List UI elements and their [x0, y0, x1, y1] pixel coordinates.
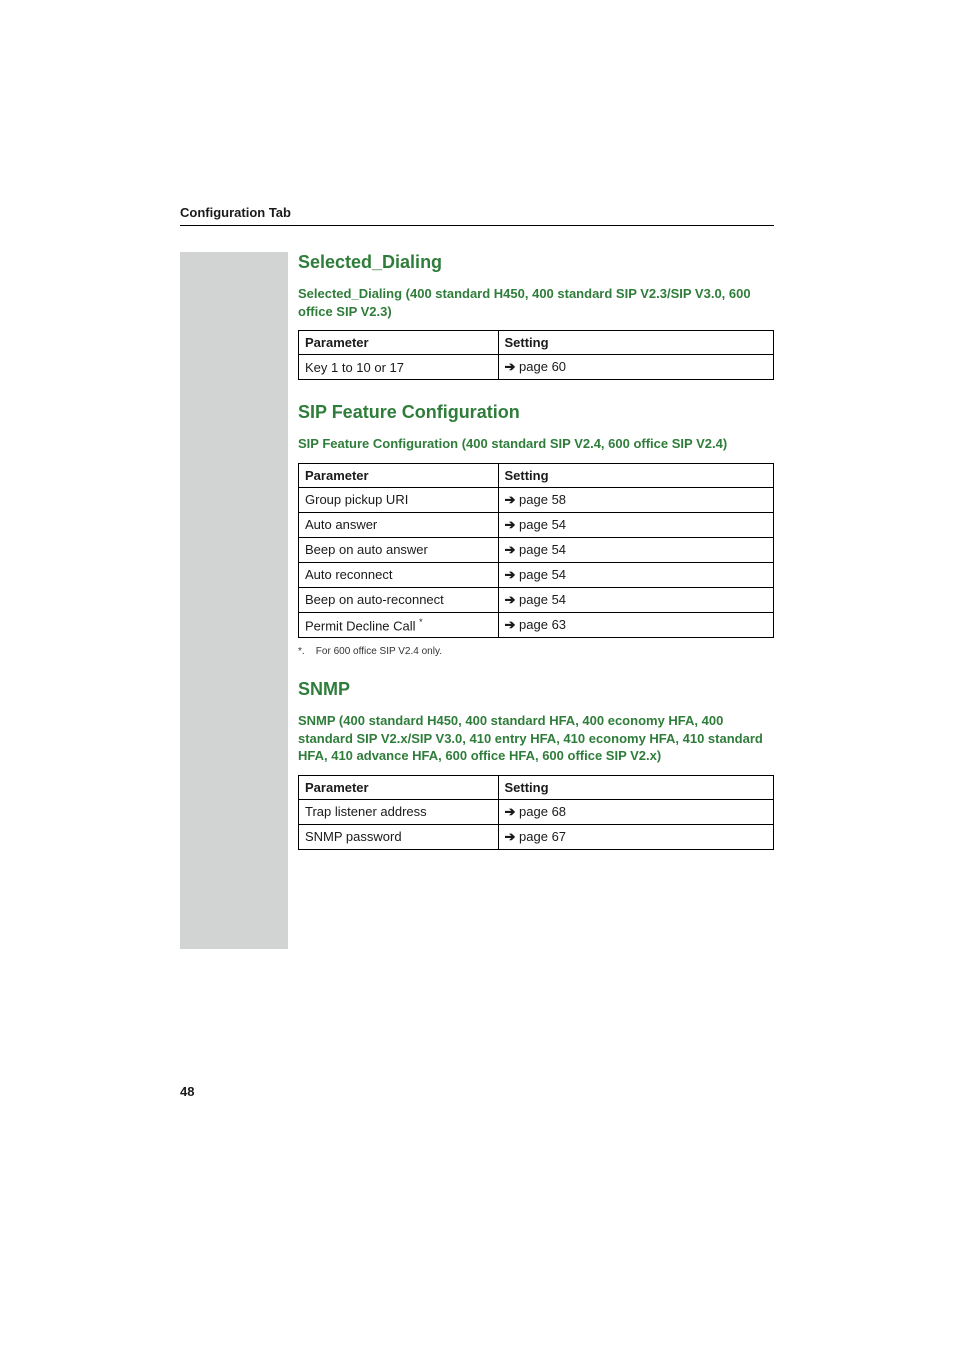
table-header-row: Parameter Setting	[299, 463, 774, 487]
cell-setting[interactable]: ➔ page 58	[498, 487, 774, 512]
footnote-mark: *.	[298, 646, 305, 657]
arrow-icon: ➔	[505, 592, 516, 607]
cell-setting[interactable]: ➔ page 54	[498, 537, 774, 562]
table-row: Beep on auto answer ➔ page 54	[299, 537, 774, 562]
running-header: Configuration Tab	[180, 205, 291, 220]
cell-setting[interactable]: ➔ page 60	[498, 355, 774, 380]
table-header-row: Parameter Setting	[299, 775, 774, 799]
section-selected-dialing: Selected_Dialing Selected_Dialing (400 s…	[298, 252, 774, 380]
cell-setting[interactable]: ➔ page 68	[498, 799, 774, 824]
col-header-setting: Setting	[498, 463, 774, 487]
table-header-row: Parameter Setting	[299, 331, 774, 355]
table-row: Auto answer ➔ page 54	[299, 512, 774, 537]
table-row: Permit Decline Call * ➔ page 63	[299, 612, 774, 637]
cell-parameter: Group pickup URI	[299, 487, 499, 512]
arrow-icon: ➔	[505, 567, 516, 582]
table-footnote: *. For 600 office SIP V2.4 only.	[298, 646, 774, 657]
header-rule	[180, 225, 774, 226]
section-subtitle: SIP Feature Configuration (400 standard …	[298, 435, 774, 453]
section-title: SNMP	[298, 679, 774, 700]
cell-setting[interactable]: ➔ page 67	[498, 824, 774, 849]
page-ref: page 63	[519, 617, 566, 632]
section-sip-feature: SIP Feature Configuration SIP Feature Co…	[298, 402, 774, 657]
cell-setting[interactable]: ➔ page 63	[498, 612, 774, 637]
param-table-sip-feature: Parameter Setting Group pickup URI ➔ pag…	[298, 463, 774, 638]
cell-parameter: Beep on auto answer	[299, 537, 499, 562]
footnote-marker: *	[419, 617, 423, 627]
cell-setting[interactable]: ➔ page 54	[498, 587, 774, 612]
cell-parameter: Key 1 to 10 or 17	[299, 355, 499, 380]
arrow-icon: ➔	[505, 617, 516, 632]
content-area: Selected_Dialing Selected_Dialing (400 s…	[298, 252, 774, 872]
param-table-selected-dialing: Parameter Setting Key 1 to 10 or 17 ➔ pa…	[298, 330, 774, 380]
table-row: Group pickup URI ➔ page 58	[299, 487, 774, 512]
page-ref: page 54	[519, 567, 566, 582]
cell-parameter: SNMP password	[299, 824, 499, 849]
cell-setting[interactable]: ➔ page 54	[498, 512, 774, 537]
section-subtitle: SNMP (400 standard H450, 400 standard HF…	[298, 712, 774, 765]
section-title: Selected_Dialing	[298, 252, 774, 273]
param-text: Permit Decline Call	[305, 618, 416, 633]
table-row: SNMP password ➔ page 67	[299, 824, 774, 849]
page-ref: page 54	[519, 542, 566, 557]
page-ref: page 67	[519, 829, 566, 844]
arrow-icon: ➔	[505, 804, 516, 819]
page-number: 48	[180, 1084, 194, 1099]
param-table-snmp: Parameter Setting Trap listener address …	[298, 775, 774, 850]
arrow-icon: ➔	[505, 829, 516, 844]
footnote-text: For 600 office SIP V2.4 only.	[316, 646, 442, 657]
section-subtitle: Selected_Dialing (400 standard H450, 400…	[298, 285, 774, 320]
arrow-icon: ➔	[505, 517, 516, 532]
page-ref: page 60	[519, 359, 566, 374]
page: Configuration Tab Selected_Dialing Selec…	[0, 0, 954, 1351]
page-ref: page 54	[519, 517, 566, 532]
col-header-setting: Setting	[498, 331, 774, 355]
section-snmp: SNMP SNMP (400 standard H450, 400 standa…	[298, 679, 774, 850]
table-row: Auto reconnect ➔ page 54	[299, 562, 774, 587]
cell-parameter: Auto reconnect	[299, 562, 499, 587]
col-header-setting: Setting	[498, 775, 774, 799]
arrow-icon: ➔	[505, 492, 516, 507]
col-header-parameter: Parameter	[299, 463, 499, 487]
arrow-icon: ➔	[505, 359, 516, 374]
cell-parameter: Permit Decline Call *	[299, 612, 499, 637]
cell-parameter: Trap listener address	[299, 799, 499, 824]
cell-parameter: Beep on auto-reconnect	[299, 587, 499, 612]
cell-parameter: Auto answer	[299, 512, 499, 537]
sidebar-grey-block	[180, 252, 288, 949]
col-header-parameter: Parameter	[299, 331, 499, 355]
table-row: Trap listener address ➔ page 68	[299, 799, 774, 824]
table-row: Key 1 to 10 or 17 ➔ page 60	[299, 355, 774, 380]
cell-setting[interactable]: ➔ page 54	[498, 562, 774, 587]
arrow-icon: ➔	[505, 542, 516, 557]
page-ref: page 54	[519, 592, 566, 607]
page-ref: page 68	[519, 804, 566, 819]
col-header-parameter: Parameter	[299, 775, 499, 799]
section-title: SIP Feature Configuration	[298, 402, 774, 423]
page-ref: page 58	[519, 492, 566, 507]
table-row: Beep on auto-reconnect ➔ page 54	[299, 587, 774, 612]
